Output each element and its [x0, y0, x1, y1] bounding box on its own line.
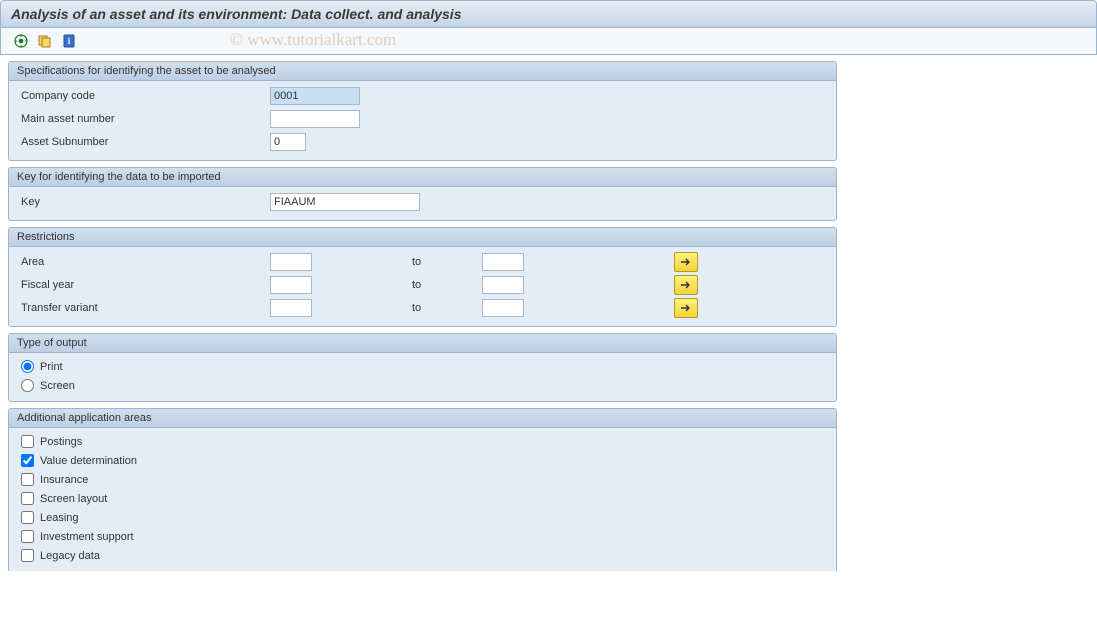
group-title-spec: Specifications for identifying the asset… [9, 62, 836, 81]
transfer-from-input[interactable] [270, 299, 312, 317]
additional-label: Screen layout [40, 493, 107, 505]
to-label-transfer: to [412, 302, 482, 314]
transfer-range-button[interactable] [674, 298, 698, 318]
additional-checkbox-6[interactable] [21, 549, 34, 562]
additional-item: Screen layout [15, 489, 830, 508]
group-output: Type of output Print Screen [8, 333, 837, 402]
key-label: Key [15, 196, 270, 208]
fiscal-label: Fiscal year [15, 279, 270, 291]
additional-item: Leasing [15, 508, 830, 527]
group-title-additional: Additional application areas [9, 409, 836, 428]
group-additional: Additional application areas Postings Val… [8, 408, 837, 571]
additional-item: Legacy data [15, 546, 830, 565]
window-title-text: Analysis of an asset and its environment… [11, 6, 461, 22]
additional-label: Investment support [40, 531, 134, 543]
transfer-to-input[interactable] [482, 299, 524, 317]
execute-icon[interactable] [11, 32, 31, 50]
additional-checkbox-3[interactable] [21, 492, 34, 505]
area-label: Area [15, 256, 270, 268]
transfer-label: Transfer variant [15, 302, 270, 314]
area-to-input[interactable] [482, 253, 524, 271]
fiscal-to-input[interactable] [482, 276, 524, 294]
content-area: Specifications for identifying the asset… [0, 55, 845, 577]
additional-label: Postings [40, 436, 82, 448]
additional-label: Leasing [40, 512, 79, 524]
group-title-restrictions: Restrictions [9, 228, 836, 247]
screen-radio[interactable] [21, 379, 34, 392]
toolbar: i [0, 28, 1097, 55]
additional-checkbox-4[interactable] [21, 511, 34, 524]
additional-item: Insurance [15, 470, 830, 489]
additional-checkbox-0[interactable] [21, 435, 34, 448]
company-code-input[interactable] [270, 87, 360, 105]
additional-label: Insurance [40, 474, 88, 486]
asset-sub-label: Asset Subnumber [15, 136, 270, 148]
company-code-label: Company code [15, 90, 270, 102]
group-title-key: Key for identifying the data to be impor… [9, 168, 836, 187]
to-label-area: to [412, 256, 482, 268]
key-input[interactable] [270, 193, 420, 211]
print-radio[interactable] [21, 360, 34, 373]
additional-checkbox-1[interactable] [21, 454, 34, 467]
main-asset-input[interactable] [270, 110, 360, 128]
group-key: Key for identifying the data to be impor… [8, 167, 837, 221]
screen-label: Screen [40, 380, 75, 392]
area-from-input[interactable] [270, 253, 312, 271]
additional-item: Postings [15, 432, 830, 451]
additional-item: Value determination [15, 451, 830, 470]
window-title: Analysis of an asset and its environment… [0, 0, 1097, 28]
print-label: Print [40, 361, 63, 373]
area-range-button[interactable] [674, 252, 698, 272]
to-label-fiscal: to [412, 279, 482, 291]
group-specifications: Specifications for identifying the asset… [8, 61, 837, 161]
fiscal-from-input[interactable] [270, 276, 312, 294]
group-title-output: Type of output [9, 334, 836, 353]
additional-checkbox-5[interactable] [21, 530, 34, 543]
asset-sub-input[interactable] [270, 133, 306, 151]
additional-checkbox-2[interactable] [21, 473, 34, 486]
fiscal-range-button[interactable] [674, 275, 698, 295]
variant-icon[interactable] [35, 32, 55, 50]
additional-label: Value determination [40, 455, 137, 467]
group-restrictions: Restrictions Area to Fiscal year to [8, 227, 837, 327]
info-icon[interactable]: i [59, 32, 79, 50]
main-asset-label: Main asset number [15, 113, 270, 125]
additional-label: Legacy data [40, 550, 100, 562]
additional-item: Investment support [15, 527, 830, 546]
